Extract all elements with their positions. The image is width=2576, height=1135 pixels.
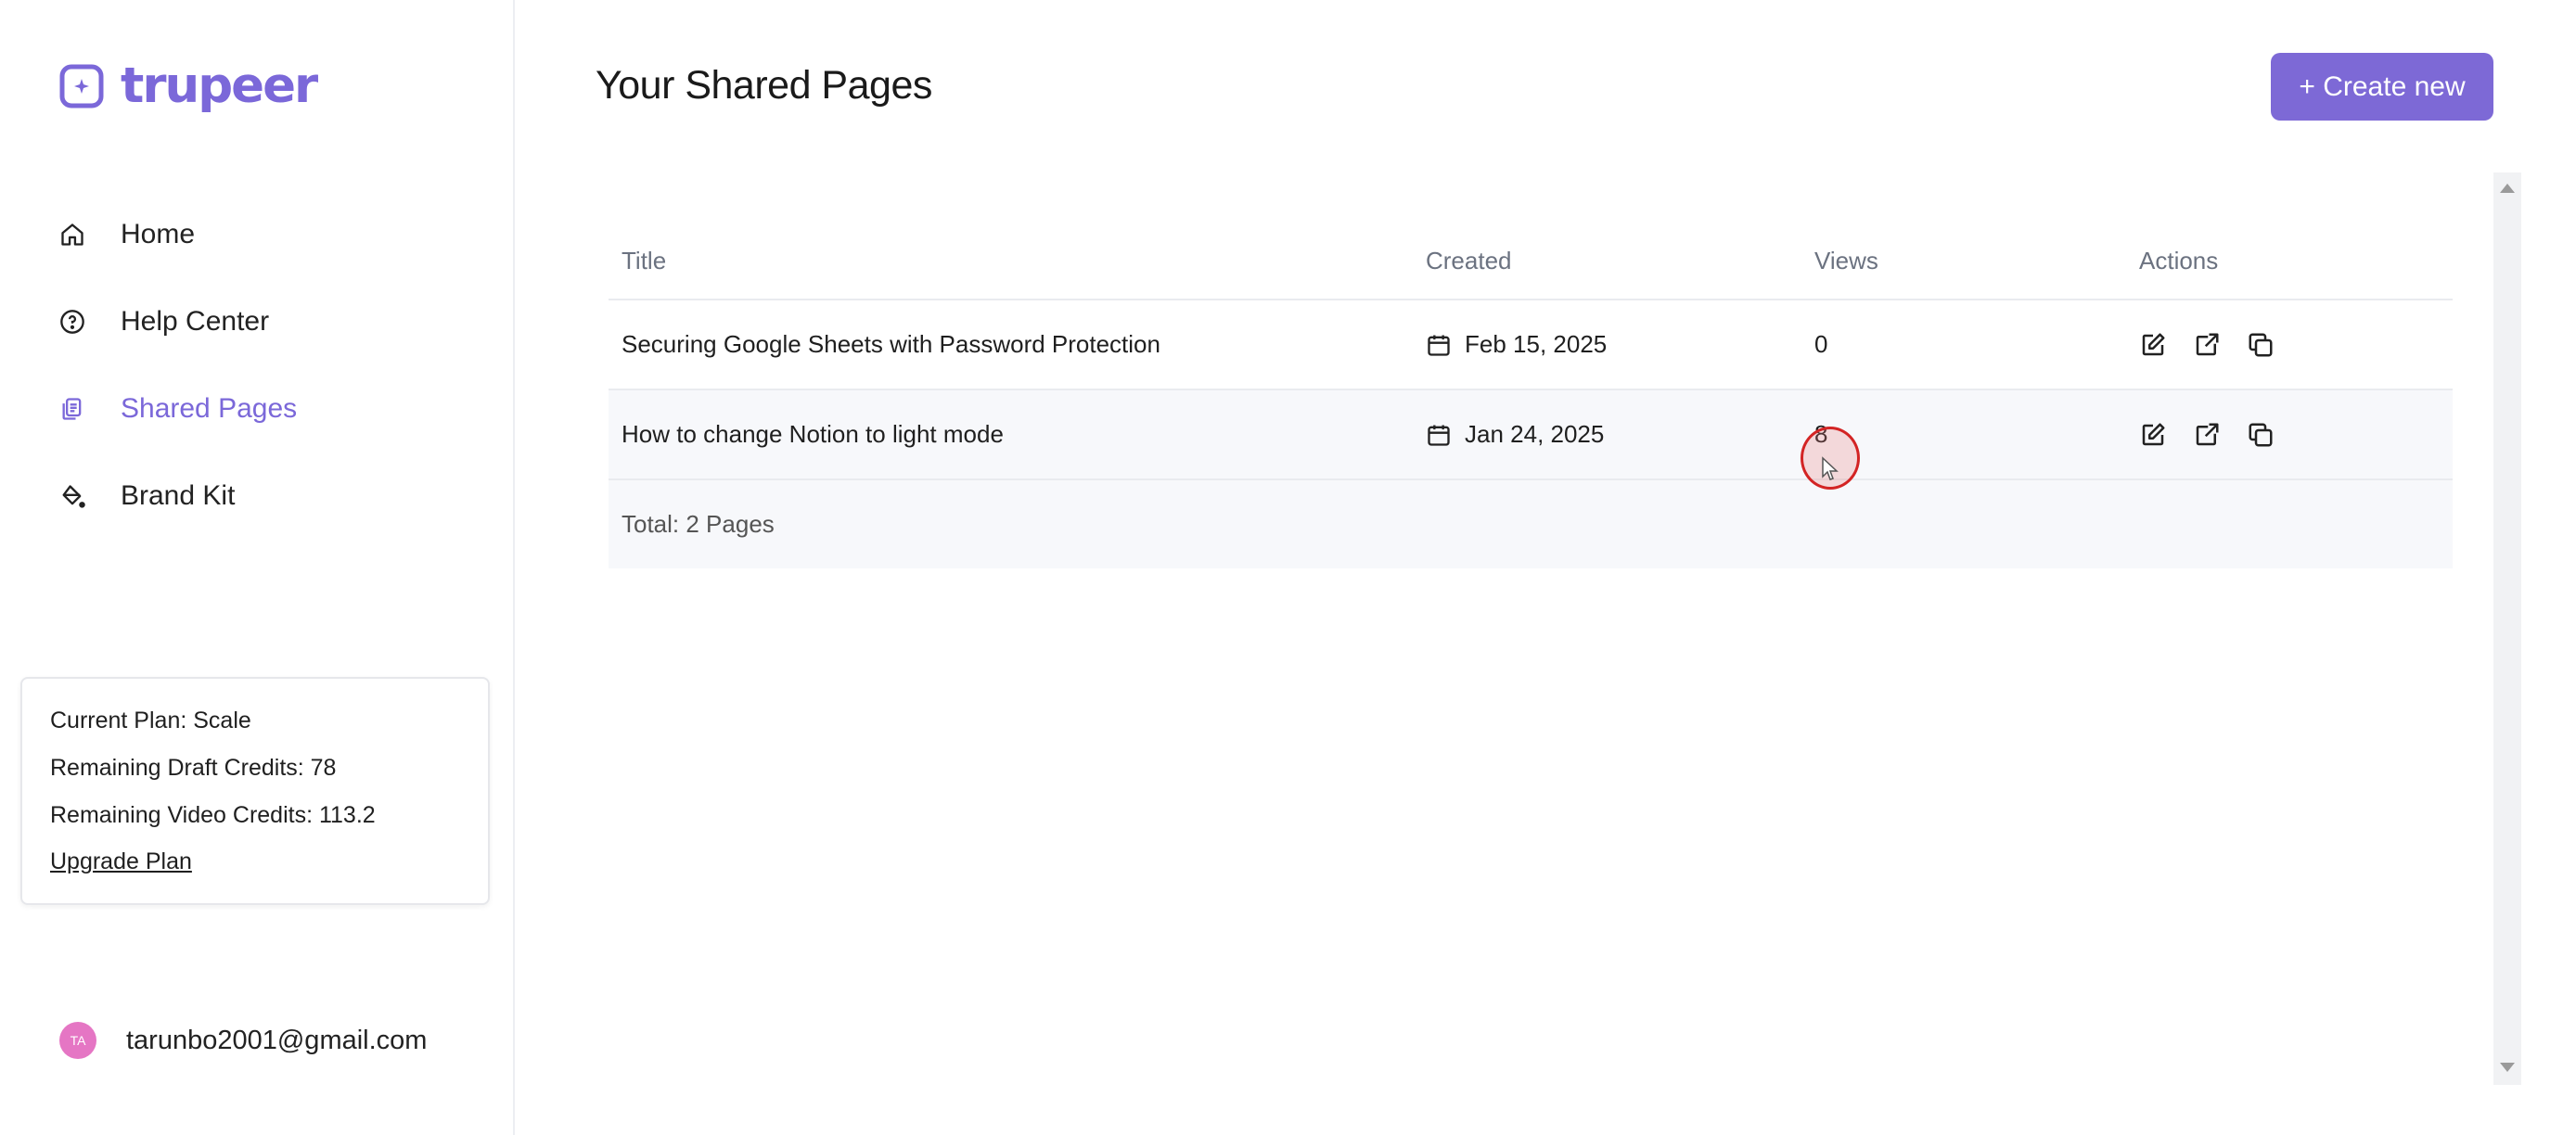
sidebar-item-help-center[interactable]: Help Center	[58, 278, 297, 365]
user-email: tarunbo2001@gmail.com	[126, 1025, 428, 1055]
scroll-down-arrow-icon[interactable]	[2500, 1063, 2515, 1072]
column-header-created[interactable]: Created	[1426, 223, 1512, 299]
user-account[interactable]: TA tarunbo2001@gmail.com	[59, 1022, 427, 1059]
column-header-title[interactable]: Title	[622, 223, 666, 299]
draft-credits: Remaining Draft Credits: 78	[50, 755, 337, 781]
plan-card: Current Plan: Scale Remaining Draft Cred…	[20, 677, 490, 905]
sidebar-item-brand-kit[interactable]: Brand Kit	[58, 453, 297, 540]
sidebar-item-shared-pages[interactable]: Shared Pages	[58, 365, 297, 453]
calendar-icon	[1428, 425, 1450, 446]
sidebar-item-label: Shared Pages	[121, 393, 298, 424]
vertical-scrollbar[interactable]	[2493, 172, 2521, 1085]
external-link-icon[interactable]	[2193, 331, 2221, 359]
table-footer-total: Total: 2 Pages	[609, 480, 2453, 568]
brand-logo[interactable]: trupeer	[59, 57, 318, 114]
home-icon	[58, 220, 87, 249]
column-header-views[interactable]: Views	[1814, 223, 1878, 299]
video-credits: Remaining Video Credits: 113.2	[50, 802, 376, 828]
shared-pages-table: Title Created Views Actions Securing Goo…	[609, 223, 2453, 568]
current-plan: Current Plan: Scale	[50, 708, 251, 733]
row-title[interactable]: How to change Notion to light mode	[622, 390, 1004, 478]
row-actions	[2139, 390, 2300, 478]
sidebar-item-label: Home	[121, 219, 196, 249]
sidebar-nav: Home Help Center Shared Pages Brand Kit	[58, 191, 297, 540]
external-link-icon[interactable]	[2193, 421, 2221, 449]
row-created-date: Jan 24, 2025	[1465, 420, 1605, 448]
avatar: TA	[59, 1022, 96, 1059]
copy-icon[interactable]	[2247, 421, 2275, 449]
row-title[interactable]: Securing Google Sheets with Password Pro…	[622, 300, 1160, 389]
row-created: Feb 15, 2025	[1426, 300, 1607, 389]
sidebar-item-label: Brand Kit	[121, 480, 236, 511]
table-row[interactable]: Securing Google Sheets with Password Pro…	[609, 300, 2453, 390]
column-header-actions: Actions	[2139, 246, 2219, 274]
copy-icon[interactable]	[2247, 331, 2275, 359]
row-created-date: Feb 15, 2025	[1465, 330, 1608, 358]
paint-bucket-icon	[58, 481, 87, 511]
row-actions	[2139, 300, 2300, 389]
sidebar-item-label: Help Center	[121, 306, 270, 337]
page-title: Your Shared Pages	[596, 63, 932, 108]
shared-pages-icon	[58, 394, 87, 424]
upgrade-plan-link[interactable]: Upgrade Plan	[50, 848, 192, 874]
total-pages: Total: 2 Pages	[622, 510, 775, 538]
row-created: Jan 24, 2025	[1426, 390, 1604, 478]
sidebar-item-home[interactable]: Home	[58, 191, 297, 278]
edit-icon[interactable]	[2139, 331, 2167, 359]
edit-icon[interactable]	[2139, 421, 2167, 449]
help-circle-icon	[58, 307, 87, 337]
sidebar: trupeer Home Help Center Shared Pages Br…	[0, 0, 515, 1135]
table-header: Title Created Views Actions	[609, 223, 2453, 300]
table-row[interactable]: How to change Notion to light mode Jan 2…	[609, 390, 2453, 480]
calendar-icon	[1428, 335, 1450, 356]
scroll-up-arrow-icon[interactable]	[2500, 184, 2515, 193]
mouse-cursor-icon	[1822, 456, 1839, 480]
create-new-button[interactable]: + Create new	[2271, 53, 2493, 121]
row-views: 0	[1814, 330, 1828, 358]
logo-mark-icon	[59, 64, 104, 108]
brand-name: trupeer	[121, 57, 318, 114]
